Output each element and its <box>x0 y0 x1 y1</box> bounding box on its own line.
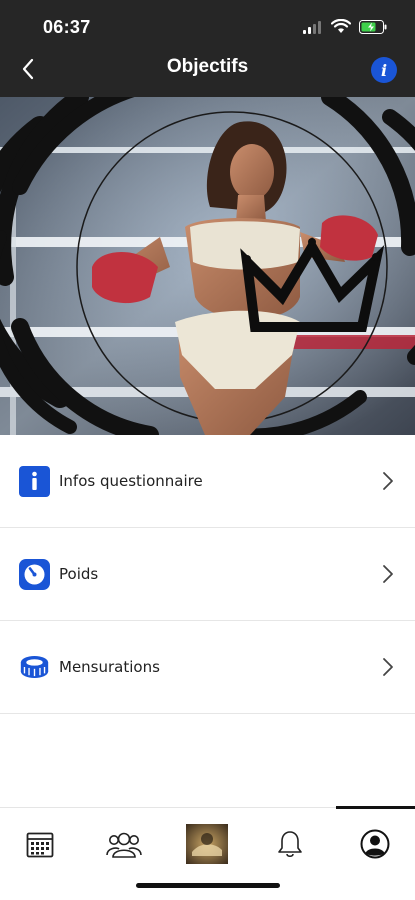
menu-item-label: Poids <box>59 565 99 583</box>
scale-icon <box>19 558 50 590</box>
tab-profile[interactable] <box>345 822 405 866</box>
measuring-tape-icon <box>19 652 50 683</box>
calendar-icon <box>26 832 54 858</box>
hero-image <box>0 97 415 435</box>
info-square-icon <box>19 465 50 497</box>
chevron-right-icon <box>383 658 393 676</box>
menu-item-label: Infos questionnaire <box>59 472 203 490</box>
profile-icon <box>360 829 390 859</box>
objectives-menu: Infos questionnaire Poids Mensurations <box>0 435 415 714</box>
tab-calendar[interactable] <box>10 822 70 866</box>
home-indicator <box>136 883 280 888</box>
home-thumbnail <box>186 824 228 864</box>
menu-item-mensurations[interactable]: Mensurations <box>0 621 415 714</box>
top-bar: 06:37 Objectifs i <box>0 0 415 97</box>
menu-item-poids[interactable]: Poids <box>0 528 415 621</box>
hero-banner <box>0 97 415 435</box>
status-time: 06:37 <box>43 17 91 37</box>
tab-home[interactable] <box>177 822 237 866</box>
users-icon <box>106 832 142 858</box>
page-title: Objectifs <box>166 56 249 77</box>
signal-icon <box>303 20 321 34</box>
chevron-right-icon <box>383 472 393 490</box>
info-icon: i <box>380 60 388 80</box>
bell-icon <box>278 831 302 858</box>
active-tab-indicator <box>336 806 415 809</box>
tab-notifications[interactable] <box>260 822 320 866</box>
battery-icon <box>359 19 387 34</box>
status-icons <box>303 19 387 34</box>
menu-item-label: Mensurations <box>59 658 160 676</box>
tab-community[interactable] <box>94 822 154 866</box>
menu-item-infos-questionnaire[interactable]: Infos questionnaire <box>0 435 415 528</box>
info-button[interactable]: i <box>371 57 397 83</box>
wifi-icon <box>331 19 351 33</box>
chevron-right-icon <box>383 565 393 583</box>
